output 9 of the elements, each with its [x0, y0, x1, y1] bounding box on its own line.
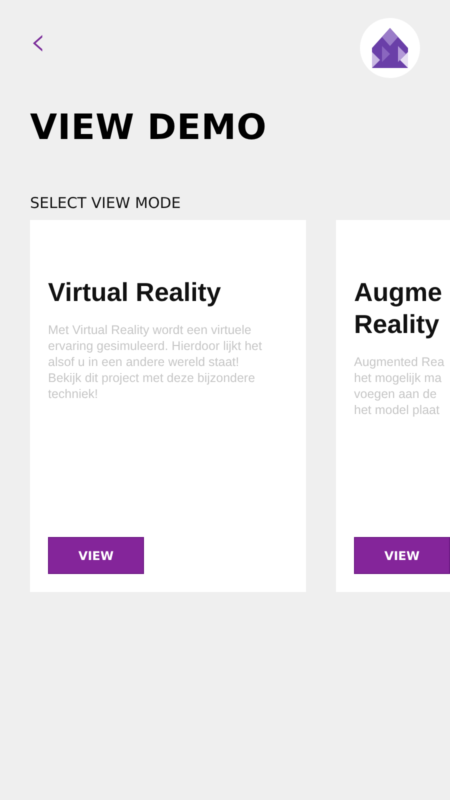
- card-description: Met Virtual Reality wordt een virtuele ervaring gesimuleerd. Hierdoor lijkt het alsof u in een andere wereld staat! Bekijk dit project met deze bijzondere techniek!: [48, 322, 262, 402]
- card-title: Virtual Reality: [48, 276, 221, 308]
- card-description: Augmented Rea het mogelijk ma voegen aan de het model plaat: [354, 354, 444, 418]
- card-title: Augme Reality: [354, 276, 442, 340]
- page-title: VIEW DEMO: [30, 108, 268, 148]
- back-button[interactable]: ‹: [30, 22, 46, 62]
- view-button[interactable]: VIEW: [354, 537, 450, 574]
- section-label: SELECT VIEW MODE: [30, 194, 182, 212]
- view-button[interactable]: VIEW: [48, 537, 144, 574]
